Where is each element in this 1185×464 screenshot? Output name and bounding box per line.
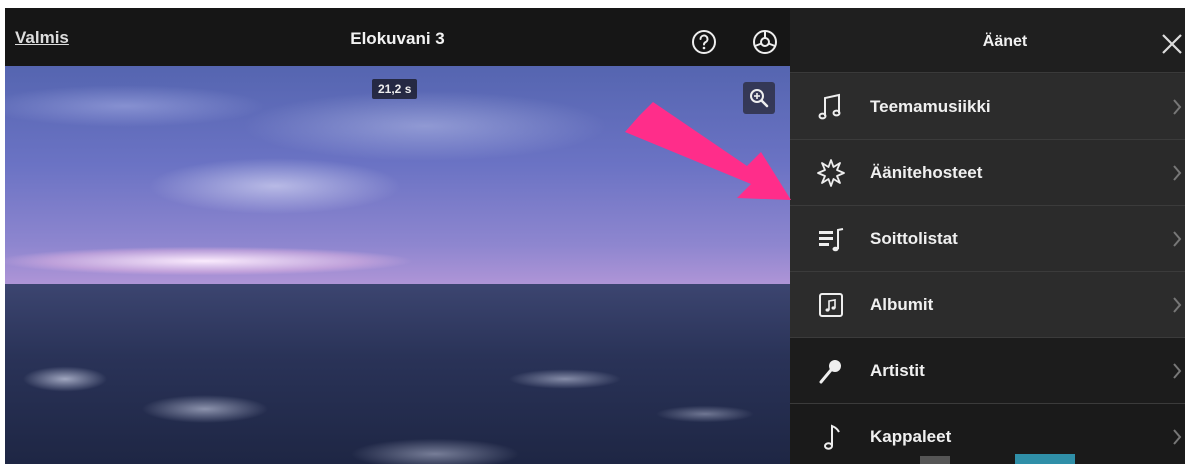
snowy-landscape-image [5, 284, 790, 464]
music-note-icon [814, 90, 848, 124]
toolbar-fragment [920, 456, 950, 464]
chevron-right-icon [1173, 230, 1182, 247]
top-bar: Valmis Elokuvani 3 [5, 8, 790, 66]
horizon-glow [5, 246, 485, 276]
audio-panel-header: Äänet [790, 8, 1185, 73]
audio-item-albums[interactable]: Albumit [790, 272, 1185, 338]
audio-item-songs[interactable]: Kappaleet [790, 404, 1185, 464]
close-icon [1162, 34, 1182, 54]
audio-panel-title: Äänet [982, 33, 1028, 50]
album-icon [814, 288, 848, 322]
audio-item-label: Artistit [870, 360, 925, 380]
audio-item-playlists[interactable]: Soittolistat [790, 206, 1185, 272]
audio-item-label: Albumit [870, 294, 934, 314]
audio-item-theme-music[interactable]: Teemamusiikki [790, 74, 1185, 140]
chevron-right-icon [1173, 362, 1182, 379]
chevron-right-icon [1173, 164, 1182, 181]
audio-item-label: Kappaleet [870, 427, 952, 446]
audio-item-label: Soittolistat [870, 228, 958, 248]
chevron-right-icon [1173, 296, 1182, 313]
duration-badge: 21,2 s [372, 79, 418, 99]
project-settings-button[interactable] [751, 28, 779, 56]
imovie-window: Valmis Elokuvani 3 21,2 s Äänet Teemamus… [5, 8, 1185, 464]
audio-panel: Äänet Teemamusiikki Äänitehosteet Soitto… [790, 8, 1185, 464]
settings-icon [753, 30, 777, 54]
audio-item-artists[interactable]: Artistit [790, 338, 1185, 404]
single-note-icon [814, 420, 848, 454]
project-title: Elokuvani 3 [350, 29, 445, 48]
audio-item-sound-effects[interactable]: Äänitehosteet [790, 140, 1185, 206]
close-button[interactable] [1160, 32, 1184, 56]
burst-icon [814, 156, 848, 190]
toolbar-fragment-highlight [1015, 454, 1075, 464]
chevron-right-icon [1173, 98, 1182, 115]
audio-item-label: Äänitehosteet [870, 162, 983, 182]
chevron-right-icon [1173, 429, 1182, 445]
question-mark-icon [692, 30, 716, 54]
playlist-icon [814, 222, 848, 256]
help-button[interactable] [690, 28, 718, 56]
annotation-arrow [625, 102, 791, 200]
microphone-icon [814, 354, 848, 388]
audio-item-label: Teemamusiikki [870, 96, 991, 116]
